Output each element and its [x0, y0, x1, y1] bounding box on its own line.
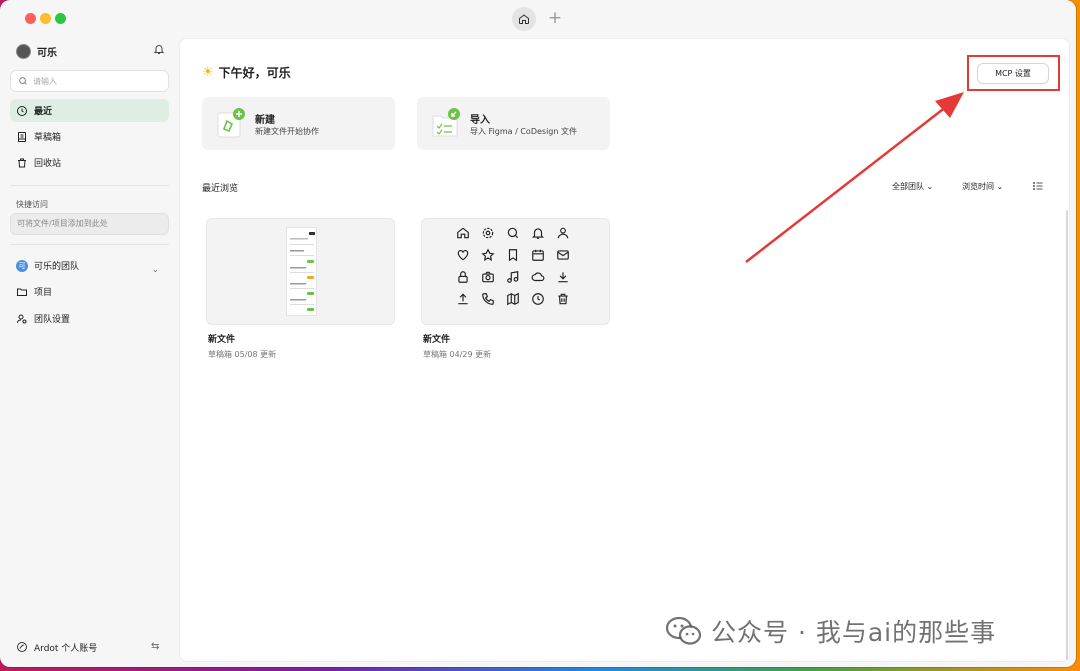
wechat-icon	[665, 616, 702, 645]
sidebar: 可乐 请输入 最近 草稿箱 回收站 快捷访问 可将文件/项目添加到此处 可 可乐…	[0, 36, 178, 667]
search-icon	[19, 77, 27, 85]
sidebar-item-trash[interactable]: 回收站	[10, 151, 169, 174]
title-bar: +	[0, 0, 1076, 36]
heart-icon	[457, 250, 469, 261]
trash-icon	[18, 158, 26, 167]
phone-icon	[482, 293, 494, 305]
file-meta: 草稿箱 05/08 更新	[208, 350, 277, 359]
account-label: Ardot 个人账号	[34, 643, 98, 654]
home-icon	[519, 14, 529, 24]
action-desc: 新建文件开始协作	[255, 127, 319, 136]
file-card[interactable]: 新文件 草稿箱 04/29 更新	[421, 218, 610, 360]
map-icon	[507, 292, 519, 306]
sidebar-item-label: 团队设置	[34, 315, 71, 325]
search-placeholder: 请输入	[33, 76, 57, 86]
quick-access-drop-zone[interactable]: 可将文件/项目添加到此处	[10, 213, 169, 235]
sidebar-item-team[interactable]: 可 可乐的团队	[10, 254, 169, 277]
upload-icon	[458, 293, 468, 305]
file-name: 新文件	[423, 335, 451, 345]
lock-icon	[458, 271, 468, 283]
app-window: + 可乐 请输入 最近 草稿箱 回收站 快捷访问 可将文件/项目添加到此处 可 …	[0, 0, 1076, 667]
file-meta: 草稿箱 04/29 更新	[423, 350, 492, 359]
camera-icon	[482, 271, 494, 283]
mcp-settings-button[interactable]: MCP 设置	[977, 63, 1049, 84]
sidebar-item-label: 项目	[34, 288, 53, 298]
search-input[interactable]: 请输入	[10, 70, 169, 92]
account-switcher[interactable]: Ardot 个人账号	[16, 640, 166, 654]
drafts-icon	[18, 131, 26, 142]
import-file-card[interactable]: 导入 导入 Figma / CoDesign 文件	[417, 97, 610, 150]
sidebar-item-label: 草稿箱	[34, 133, 62, 143]
user-name: 可乐	[37, 47, 57, 59]
avatar	[16, 43, 31, 59]
user-icon	[557, 227, 569, 239]
clock-icon	[17, 105, 27, 116]
user-settings-icon	[17, 314, 27, 323]
action-desc: 导入 Figma / CoDesign 文件	[470, 127, 577, 136]
calendar-icon	[532, 249, 544, 261]
scrollbar[interactable]	[1066, 210, 1068, 660]
user-profile[interactable]: 可乐	[16, 43, 166, 59]
team-badge: 可	[16, 259, 28, 272]
folder-icon	[17, 288, 27, 296]
main-panel: ☀ 下午好，可乐 MCP 设置 新建 新建文件开始协作 导入 导入 Figma	[179, 38, 1070, 662]
trash-icon	[558, 293, 568, 305]
maximize-window-button[interactable]	[55, 13, 66, 24]
clock-icon	[532, 293, 544, 305]
close-window-button[interactable]	[25, 13, 36, 24]
action-title: 导入	[470, 115, 490, 126]
recent-section-title: 最近浏览	[202, 184, 239, 194]
action-title: 新建	[255, 115, 275, 126]
music-icon	[507, 271, 519, 283]
sidebar-item-label: 最近	[34, 107, 53, 117]
star-icon	[481, 248, 495, 262]
file-thumbnail[interactable]	[206, 218, 395, 325]
sidebar-item-team-settings[interactable]: 团队设置	[10, 307, 169, 330]
icon-set-preview	[456, 226, 578, 306]
home-tab[interactable]	[512, 7, 536, 31]
file-card[interactable]: 新文件 草稿箱 05/08 更新	[206, 218, 395, 360]
divider	[10, 244, 169, 245]
new-file-icon	[217, 108, 245, 138]
team-filter-dropdown[interactable]: 全部团队 ⌄	[892, 181, 933, 192]
team-name: 可乐的团队	[34, 262, 80, 272]
new-file-card[interactable]: 新建 新建文件开始协作	[202, 97, 395, 150]
home-icon	[457, 227, 469, 239]
sidebar-item-recent[interactable]: 最近	[10, 99, 169, 122]
mail-icon	[557, 250, 569, 260]
import-folder-icon	[432, 108, 460, 137]
quick-access-title: 快捷访问	[16, 200, 48, 209]
watermark-text: 公众号 · 我与ai的那些事	[711, 618, 997, 647]
document-preview	[286, 227, 317, 316]
file-thumbnail[interactable]	[421, 218, 610, 325]
ardot-logo-icon	[17, 642, 27, 652]
sidebar-item-projects[interactable]: 项目	[10, 280, 169, 303]
list-view-icon[interactable]	[1032, 180, 1044, 192]
bell-icon	[531, 228, 545, 239]
greeting: ☀ 下午好，可乐	[202, 64, 291, 81]
bookmark-icon	[508, 249, 518, 262]
cloud-icon	[531, 272, 545, 282]
watermark: 公众号 · 我与ai的那些事	[665, 613, 996, 649]
sort-dropdown[interactable]: 浏览时间 ⌄	[962, 181, 1003, 192]
gear-icon	[482, 227, 494, 239]
new-tab-button[interactable]: +	[545, 8, 565, 28]
file-name: 新文件	[208, 335, 236, 345]
sun-icon: ☀	[202, 65, 214, 80]
sidebar-item-drafts[interactable]: 草稿箱	[10, 125, 169, 148]
search-icon	[507, 227, 519, 239]
bell-icon[interactable]	[153, 43, 165, 55]
switch-account-icon[interactable]: ⇆	[151, 641, 159, 652]
divider	[10, 185, 169, 186]
sidebar-item-label: 回收站	[34, 159, 62, 169]
chevron-down-icon[interactable]: ⌄	[152, 265, 159, 274]
greeting-text: 下午好，可乐	[218, 66, 291, 80]
minimize-window-button[interactable]	[40, 13, 51, 24]
download-icon	[558, 272, 568, 283]
